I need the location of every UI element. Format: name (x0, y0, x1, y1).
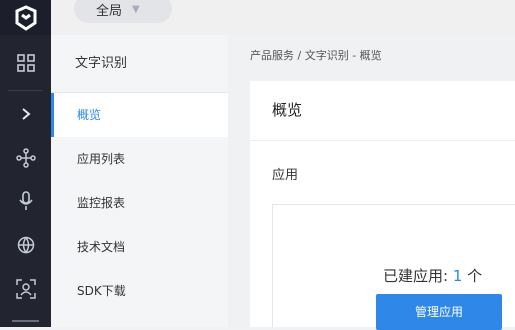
logo-icon[interactable] (0, 0, 51, 35)
network-icon[interactable] (0, 138, 51, 178)
sidebar-item-overview[interactable]: 概览 (51, 93, 228, 137)
icon-rail (0, 35, 51, 327)
top-bar: 全局 ▼ (0, 0, 515, 35)
sidebar-item-sdk-download[interactable]: SDK下载 (51, 269, 228, 313)
breadcrumb: 产品服务 / 文字识别 - 概览 (250, 49, 382, 62)
overview-card: 概览 应用 已建应用: 1 个 管理应用 (250, 81, 515, 330)
manage-apps-button[interactable]: 管理应用 (376, 294, 502, 330)
product-sidebar: 文字识别 概览 应用列表 监控报表 技术文档 SDK下载 (51, 35, 228, 327)
created-unit: 个 (467, 267, 483, 285)
scope-dropdown[interactable]: 全局 ▼ (74, 0, 172, 23)
main-content: 产品服务 / 文字识别 - 概览 概览 应用 已建应用: 1 个 管理应用 (228, 35, 515, 330)
created-label: 已建应用: (383, 267, 449, 285)
globe-icon[interactable] (0, 225, 51, 265)
section-title: 应用 (272, 168, 299, 183)
app-summary-panel: 已建应用: 1 个 管理应用 (272, 204, 515, 330)
created-number[interactable]: 1 (453, 267, 463, 285)
card-divider (250, 140, 515, 141)
grid-icon[interactable] (0, 43, 51, 83)
rail-divider (8, 90, 43, 91)
scope-label: 全局 (96, 3, 123, 19)
sidebar-item-monitoring[interactable]: 监控报表 (51, 181, 228, 225)
created-apps-count: 已建应用: 1 个 (383, 265, 482, 286)
chevron-right-icon[interactable] (0, 94, 51, 134)
chevron-down-icon: ▼ (132, 3, 140, 15)
card-title: 概览 (272, 101, 303, 119)
sidebar-item-docs[interactable]: 技术文档 (51, 225, 228, 269)
sidebar-item-app-list[interactable]: 应用列表 (51, 137, 228, 181)
face-scan-icon[interactable] (0, 269, 51, 309)
microphone-icon[interactable] (0, 181, 51, 221)
rail-bottom-icon (12, 320, 39, 322)
product-title: 文字识别 (51, 35, 228, 93)
